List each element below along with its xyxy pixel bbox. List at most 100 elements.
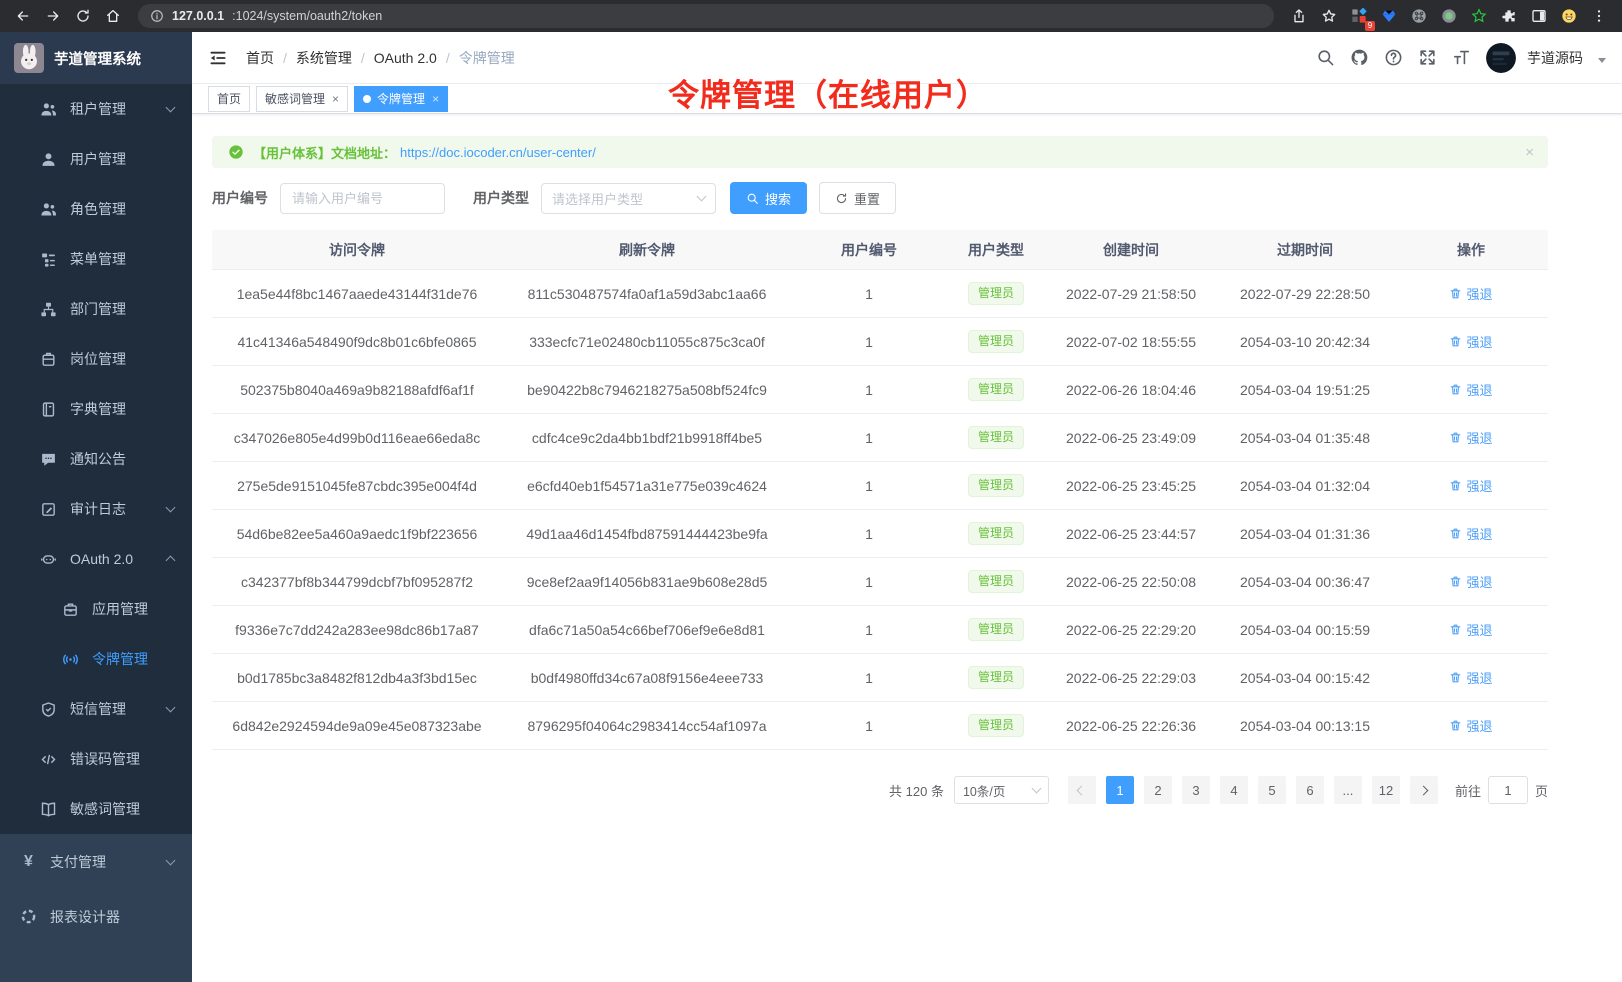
forward-icon[interactable] xyxy=(40,4,66,28)
gem-extension-icon[interactable] xyxy=(1376,4,1402,28)
cell-actions: 强退 xyxy=(1394,572,1548,591)
token-icon xyxy=(62,651,79,668)
cell-actions: 强退 xyxy=(1394,668,1548,687)
breadcrumb-separator: / xyxy=(361,50,365,66)
site-info-icon[interactable] xyxy=(150,9,164,23)
sidebar-item-dict[interactable]: 字典管理 xyxy=(0,384,192,434)
page-button-6[interactable]: 6 xyxy=(1296,776,1324,804)
user-menu-caret-icon[interactable] xyxy=(1598,58,1606,63)
tab-label: 首页 xyxy=(217,90,241,107)
page-unit-label: 页 xyxy=(1535,781,1548,800)
green-star-extension-icon[interactable] xyxy=(1466,4,1492,28)
share-icon[interactable] xyxy=(1286,4,1312,28)
force-logout-button[interactable]: 强退 xyxy=(1449,524,1492,543)
help-icon[interactable] xyxy=(1384,48,1403,67)
force-logout-label: 强退 xyxy=(1466,380,1492,399)
tab-首页[interactable]: 首页 xyxy=(208,86,250,112)
user-avatar[interactable] xyxy=(1486,43,1516,73)
tab-令牌管理[interactable]: 令牌管理× xyxy=(354,86,448,112)
force-logout-button[interactable]: 强退 xyxy=(1449,716,1492,735)
home-icon[interactable] xyxy=(100,4,126,28)
sidebar-item-label: 错误码管理 xyxy=(70,749,140,769)
page-ellipsis[interactable]: ... xyxy=(1334,776,1362,804)
user-type-select[interactable]: 请选择用户类型 xyxy=(541,183,716,214)
back-icon[interactable] xyxy=(10,4,36,28)
fullscreen-icon[interactable] xyxy=(1418,48,1437,67)
sidebar-item-oauth2-token[interactable]: 令牌管理 xyxy=(0,634,192,684)
reset-button[interactable]: 重置 xyxy=(819,182,896,214)
sidebar-item-sensitive-word[interactable]: 敏感词管理 xyxy=(0,784,192,834)
github-icon[interactable] xyxy=(1350,48,1369,67)
tab-close-icon[interactable]: × xyxy=(332,92,339,106)
page-button-4[interactable]: 4 xyxy=(1220,776,1248,804)
sidebar-item-oauth2-app[interactable]: 应用管理 xyxy=(0,584,192,634)
bookmark-star-icon[interactable] xyxy=(1316,4,1342,28)
force-logout-button[interactable]: 强退 xyxy=(1449,668,1492,687)
page-content: 【用户体系】文档地址： https://doc.iocoder.cn/user-… xyxy=(192,114,1622,804)
record-extension-icon[interactable] xyxy=(1436,4,1462,28)
url-host: 127.0.0.1 xyxy=(172,9,224,23)
prev-page-button[interactable] xyxy=(1068,776,1096,804)
puzzle-extensions-icon[interactable] xyxy=(1496,4,1522,28)
alert-close-icon[interactable]: × xyxy=(1525,145,1534,160)
side-panel-icon[interactable] xyxy=(1526,4,1552,28)
chevron-down-icon xyxy=(166,703,176,713)
sidebar-item-tenant[interactable]: 租户管理 xyxy=(0,84,192,134)
sidebar-item-role[interactable]: 角色管理 xyxy=(0,184,192,234)
reload-icon[interactable] xyxy=(70,4,96,28)
force-logout-button[interactable]: 强退 xyxy=(1449,572,1492,591)
sidebar-item-user[interactable]: 用户管理 xyxy=(0,134,192,184)
chevron-down-icon xyxy=(166,103,176,113)
extension-grid-icon[interactable]: 9 xyxy=(1346,4,1372,28)
page-button-1[interactable]: 1 xyxy=(1106,776,1134,804)
tab-close-icon[interactable]: × xyxy=(432,92,439,106)
app-logo[interactable]: 芋道管理系统 xyxy=(0,32,192,84)
force-logout-button[interactable]: 强退 xyxy=(1449,284,1492,303)
force-logout-button[interactable]: 强退 xyxy=(1449,428,1492,447)
sidebar-item-dept[interactable]: 部门管理 xyxy=(0,284,192,334)
sidebar-item-audit-log[interactable]: 审计日志 xyxy=(0,484,192,534)
chevron-down-icon xyxy=(166,503,176,513)
cell-user-id: 1 xyxy=(792,574,946,590)
active-tab-dot xyxy=(363,95,371,103)
cell-refresh-token: dfa6c71a50a54c66bef706ef9e6e8d81 xyxy=(502,622,792,638)
command-extension-icon[interactable] xyxy=(1406,4,1432,28)
sidebar-item-notice[interactable]: 通知公告 xyxy=(0,434,192,484)
breadcrumb-item[interactable]: OAuth 2.0 xyxy=(374,50,437,66)
address-bar[interactable]: 127.0.0.1:1024/system/oauth2/token xyxy=(138,4,1274,28)
cell-actions: 强退 xyxy=(1394,428,1548,447)
tab-敏感词管理[interactable]: 敏感词管理× xyxy=(256,86,348,112)
sidebar-item-post[interactable]: 岗位管理 xyxy=(0,334,192,384)
force-logout-button[interactable]: 强退 xyxy=(1449,476,1492,495)
breadcrumb-item[interactable]: 系统管理 xyxy=(296,48,352,68)
next-page-button[interactable] xyxy=(1410,776,1438,804)
goto-page-input[interactable] xyxy=(1488,776,1528,804)
page-button-3[interactable]: 3 xyxy=(1182,776,1210,804)
sidebar-item-menu[interactable]: 菜单管理 xyxy=(0,234,192,284)
page-size-select[interactable]: 10条/页 xyxy=(954,776,1049,804)
sidebar-item-oauth2[interactable]: OAuth 2.0 xyxy=(0,534,192,584)
page-button-2[interactable]: 2 xyxy=(1144,776,1172,804)
force-logout-button[interactable]: 强退 xyxy=(1449,620,1492,639)
search-button[interactable]: 搜索 xyxy=(730,182,807,214)
profile-avatar-icon[interactable] xyxy=(1556,4,1582,28)
sidebar-item-sms[interactable]: 短信管理 xyxy=(0,684,192,734)
sidebar-item-error-code[interactable]: 错误码管理 xyxy=(0,734,192,784)
cell-expire-time: 2054-03-04 00:15:59 xyxy=(1216,622,1394,638)
chevron-down-icon xyxy=(166,855,176,865)
sidebar-item-report-designer[interactable]: 报表设计器 xyxy=(0,889,192,944)
font-size-icon[interactable] xyxy=(1452,48,1471,67)
force-logout-button[interactable]: 强退 xyxy=(1449,380,1492,399)
user-id-input[interactable] xyxy=(280,183,445,214)
doc-link[interactable]: https://doc.iocoder.cn/user-center/ xyxy=(400,145,596,160)
sidebar-item-label: 报表设计器 xyxy=(50,907,120,927)
browser-menu-icon[interactable] xyxy=(1586,4,1612,28)
breadcrumb-item[interactable]: 首页 xyxy=(246,48,274,68)
cell-created-time: 2022-06-25 22:50:08 xyxy=(1046,574,1216,590)
page-button-5[interactable]: 5 xyxy=(1258,776,1286,804)
search-icon[interactable] xyxy=(1316,48,1335,67)
force-logout-button[interactable]: 强退 xyxy=(1449,332,1492,351)
sidebar-fold-icon[interactable] xyxy=(208,48,228,68)
sidebar-item-pay[interactable]: ¥支付管理 xyxy=(0,834,192,889)
page-button-12[interactable]: 12 xyxy=(1372,776,1400,804)
